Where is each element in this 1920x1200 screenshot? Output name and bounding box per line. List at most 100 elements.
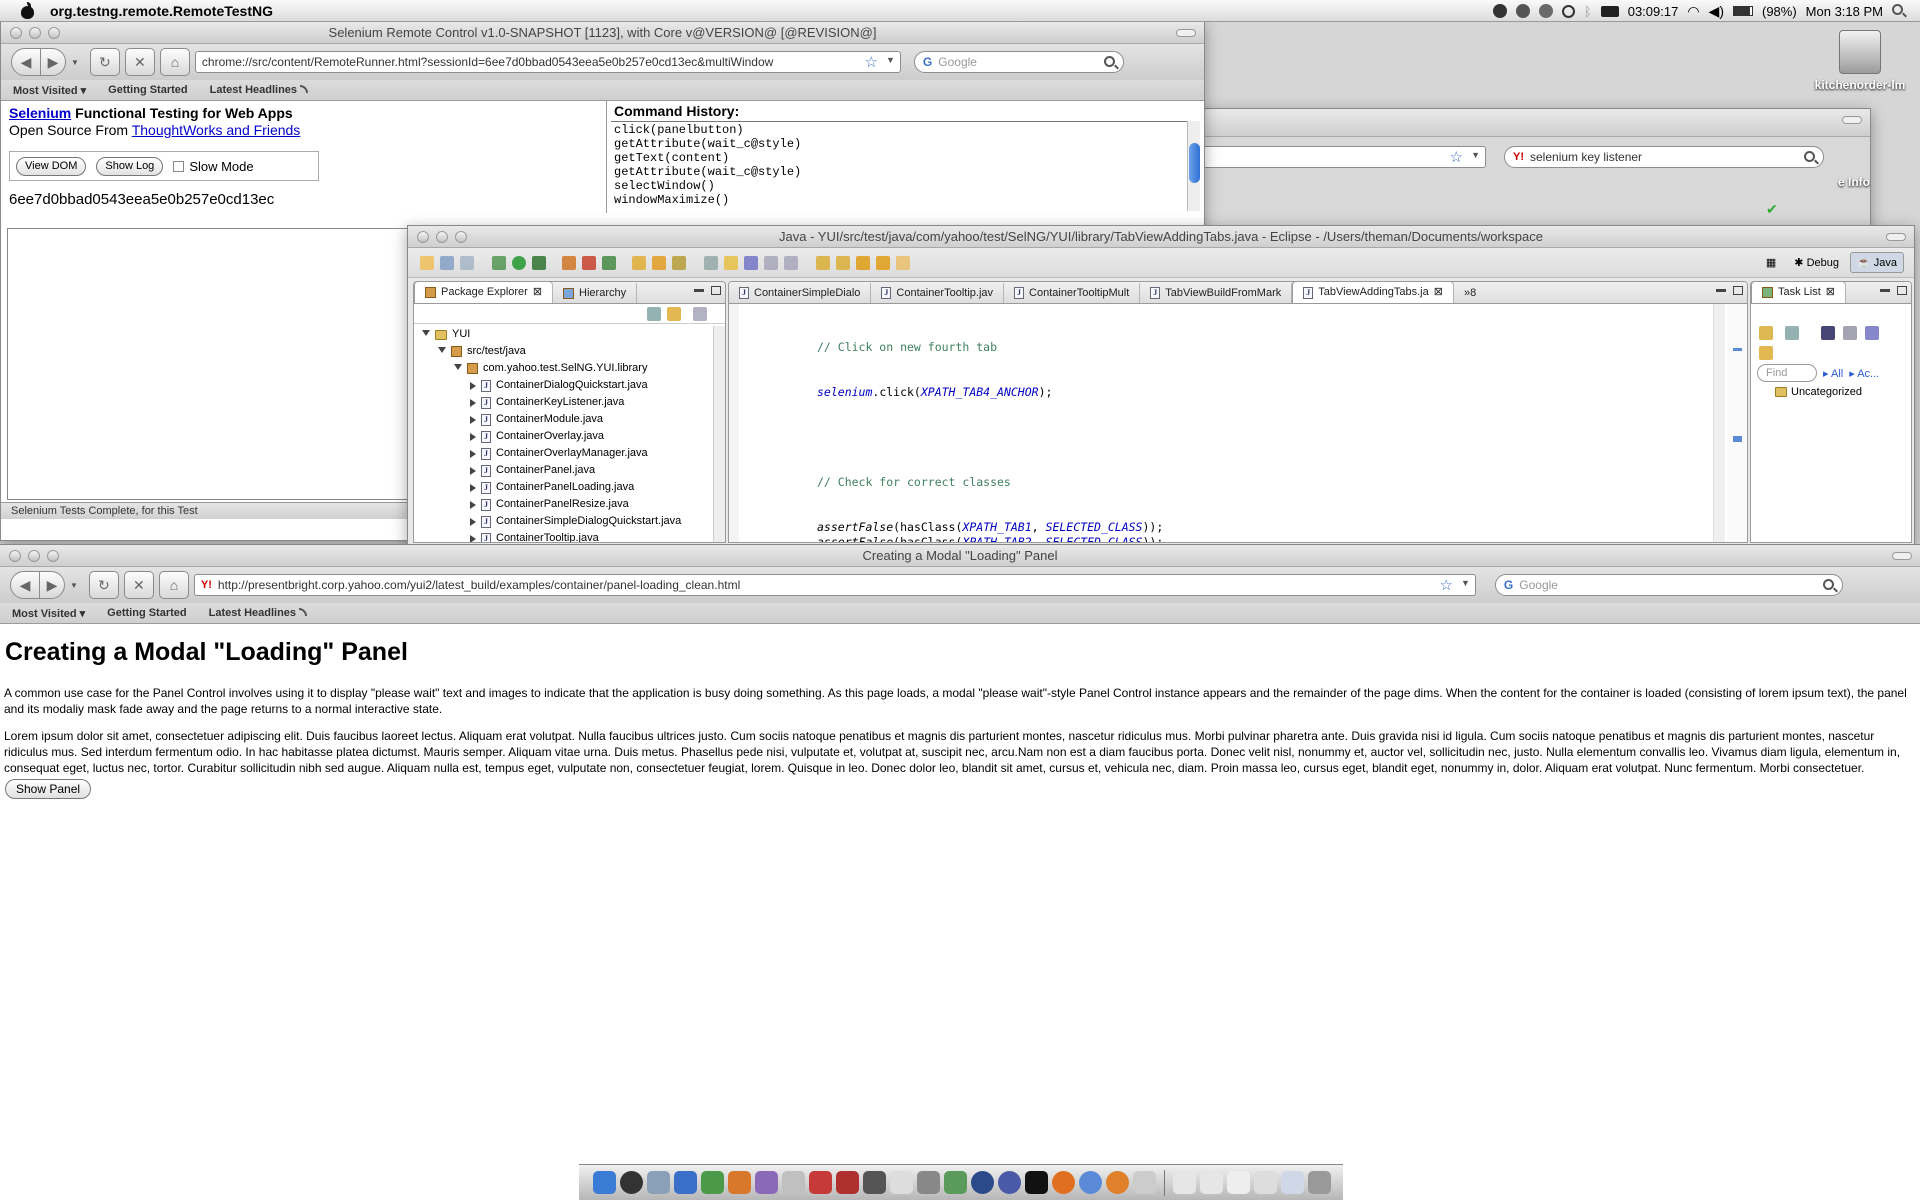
tree-item-file[interactable]: J ContainerPanelResize.java [422, 496, 725, 513]
search-icon[interactable] [1822, 579, 1834, 590]
firefox-icon[interactable] [1052, 1171, 1075, 1194]
filter-completed-icon[interactable] [1821, 326, 1835, 340]
forward-button[interactable]: ▶ [39, 571, 65, 599]
toolbar-toggle[interactable] [1176, 29, 1196, 37]
filter-all-link[interactable]: ▸ All [1823, 367, 1843, 380]
show-whitespace-icon[interactable] [784, 255, 798, 270]
scroll-thumb[interactable] [1189, 143, 1200, 183]
search-field[interactable]: G Google [1494, 574, 1843, 596]
downloads-stack-icon[interactable] [1200, 1171, 1223, 1194]
expand-icon[interactable] [438, 346, 446, 357]
network-icon[interactable] [971, 1171, 994, 1194]
collapse-all-icon[interactable] [647, 307, 661, 321]
entourage-icon[interactable] [755, 1171, 778, 1194]
volume-icon[interactable]: ◀) [1709, 3, 1724, 20]
close-tab-icon[interactable]: ⊠ [1826, 283, 1835, 302]
new-task-icon[interactable] [1759, 326, 1773, 340]
search-field[interactable]: G Google [913, 51, 1124, 73]
minimize-view-button[interactable] [1880, 289, 1890, 292]
minimize-view-button[interactable] [694, 289, 704, 292]
acrobat-icon[interactable] [836, 1171, 859, 1194]
tab-package-explorer[interactable]: Package Explorer ⊠ [414, 282, 554, 303]
screen-share-icon[interactable] [917, 1171, 940, 1194]
editor-scrollbar[interactable] [1713, 304, 1725, 542]
tab-editor-active[interactable]: J TabViewAddingTabs.ja ⊠ [1292, 282, 1454, 303]
tab-editor-file[interactable]: J ContainerTooltip.jav [871, 283, 1005, 303]
breadcrumb-icon[interactable] [744, 255, 758, 270]
next-annotation-icon[interactable] [816, 255, 830, 270]
google-search-icon[interactable]: G [1504, 578, 1513, 592]
expand-icon[interactable] [470, 381, 476, 390]
history-scrollbar[interactable] [1187, 121, 1200, 211]
back-button[interactable]: ◀ [10, 571, 40, 599]
tree-item-file[interactable]: J ContainerKeyListener.java [422, 394, 725, 411]
tree-item-src[interactable]: src/test/java [422, 343, 725, 360]
url-field[interactable]: Y! http://presentbright.corp.yahoo.com/y… [193, 574, 1476, 596]
finder-icon[interactable] [593, 1171, 616, 1194]
bookmark-getting-started[interactable]: Getting Started [107, 607, 186, 619]
history-dropdown-icon[interactable]: ▼ [71, 58, 79, 67]
minimize-window-button[interactable] [28, 550, 40, 562]
bluetooth-icon[interactable]: ᛒ [1584, 4, 1592, 19]
new-package-icon[interactable] [582, 255, 596, 270]
debug-icon[interactable] [492, 255, 506, 270]
overview-marker[interactable] [1733, 348, 1742, 351]
expand-icon[interactable] [470, 517, 476, 526]
overview-marker[interactable] [1733, 436, 1742, 442]
image-document-icon[interactable] [1281, 1171, 1304, 1194]
bookmark-latest-headlines[interactable]: Latest Headlines [209, 607, 308, 619]
new-icon[interactable] [420, 255, 434, 270]
app-name-menu[interactable]: org.testng.remote.RemoteTestNG [50, 3, 273, 19]
slow-mode-option[interactable]: Slow Mode [173, 159, 254, 174]
close-window-button[interactable] [10, 27, 22, 39]
tree-item-file[interactable]: J ContainerPanel.java [422, 462, 725, 479]
google-search-icon[interactable]: G [923, 55, 932, 69]
expand-icon[interactable] [470, 483, 476, 492]
task-sync-icon[interactable] [1865, 326, 1879, 340]
expand-icon[interactable] [470, 500, 476, 509]
history-dropdown-icon[interactable]: ▼ [70, 581, 78, 590]
collapse-icon[interactable] [1843, 326, 1857, 340]
bookmark-getting-started[interactable]: Getting Started [108, 84, 187, 96]
tree-item-file[interactable]: J ContainerDialogQuickstart.java [422, 377, 725, 394]
close-tab-icon[interactable]: ⊠ [533, 283, 542, 302]
back-nav-icon[interactable] [856, 255, 870, 270]
close-window-button[interactable] [9, 550, 21, 562]
home-button[interactable]: ⌂ [159, 48, 190, 76]
grid-app-icon[interactable] [863, 1171, 886, 1194]
bookmark-star-icon[interactable]: ☆ [1439, 576, 1452, 594]
adium-icon[interactable] [944, 1171, 967, 1194]
tree-item-file[interactable]: J ContainerPanelLoading.java [422, 479, 725, 496]
show-panel-button[interactable]: Show Panel [5, 779, 92, 799]
spotlight-icon[interactable] [1892, 4, 1906, 18]
tree-item-file[interactable]: J ContainerTooltip.java [422, 530, 725, 542]
url-dropdown-icon[interactable]: ▼ [886, 55, 895, 65]
selenium-link[interactable]: Selenium [9, 105, 71, 121]
reload-button[interactable]: ↻ [88, 571, 119, 599]
maximize-view-button[interactable] [711, 286, 721, 295]
firefox-alt-icon[interactable] [1106, 1171, 1129, 1194]
bookmark-most-visited[interactable]: Most Visited ▾ [12, 607, 85, 620]
open-perspective-icon[interactable]: ▦ [1759, 252, 1783, 273]
zoom-window-button[interactable] [47, 550, 59, 562]
expand-icon[interactable] [470, 466, 476, 475]
cisco-vpn-icon[interactable] [890, 1171, 913, 1194]
bookmark-latest-headlines[interactable]: Latest Headlines [210, 84, 309, 96]
trash-icon[interactable] [1308, 1171, 1331, 1194]
background-url-field[interactable]: ☆ ▼ [1196, 146, 1486, 168]
categorize-icon[interactable] [1785, 326, 1799, 340]
view-dom-button[interactable]: View DOM [16, 156, 87, 176]
expand-icon[interactable] [470, 415, 476, 424]
menu-clock[interactable]: 03:09:17 [1628, 4, 1679, 19]
battery-meter-icon[interactable] [1600, 5, 1619, 17]
text-document-icon[interactable] [1254, 1171, 1277, 1194]
dashboard-icon[interactable] [620, 1171, 643, 1194]
forward-nav-icon[interactable] [876, 255, 890, 270]
minimize-view-button[interactable] [1716, 289, 1726, 292]
editor-tabs-overflow[interactable]: »8 [1454, 283, 1486, 303]
task-category-uncategorized[interactable]: Uncategorized [1751, 382, 1911, 398]
last-edit-icon[interactable] [896, 255, 910, 270]
powerpoint-icon[interactable] [728, 1171, 751, 1194]
search-icon[interactable] [1804, 151, 1815, 162]
tree-item-package[interactable]: com.yahoo.test.SelNG.YUI.library [422, 360, 725, 377]
